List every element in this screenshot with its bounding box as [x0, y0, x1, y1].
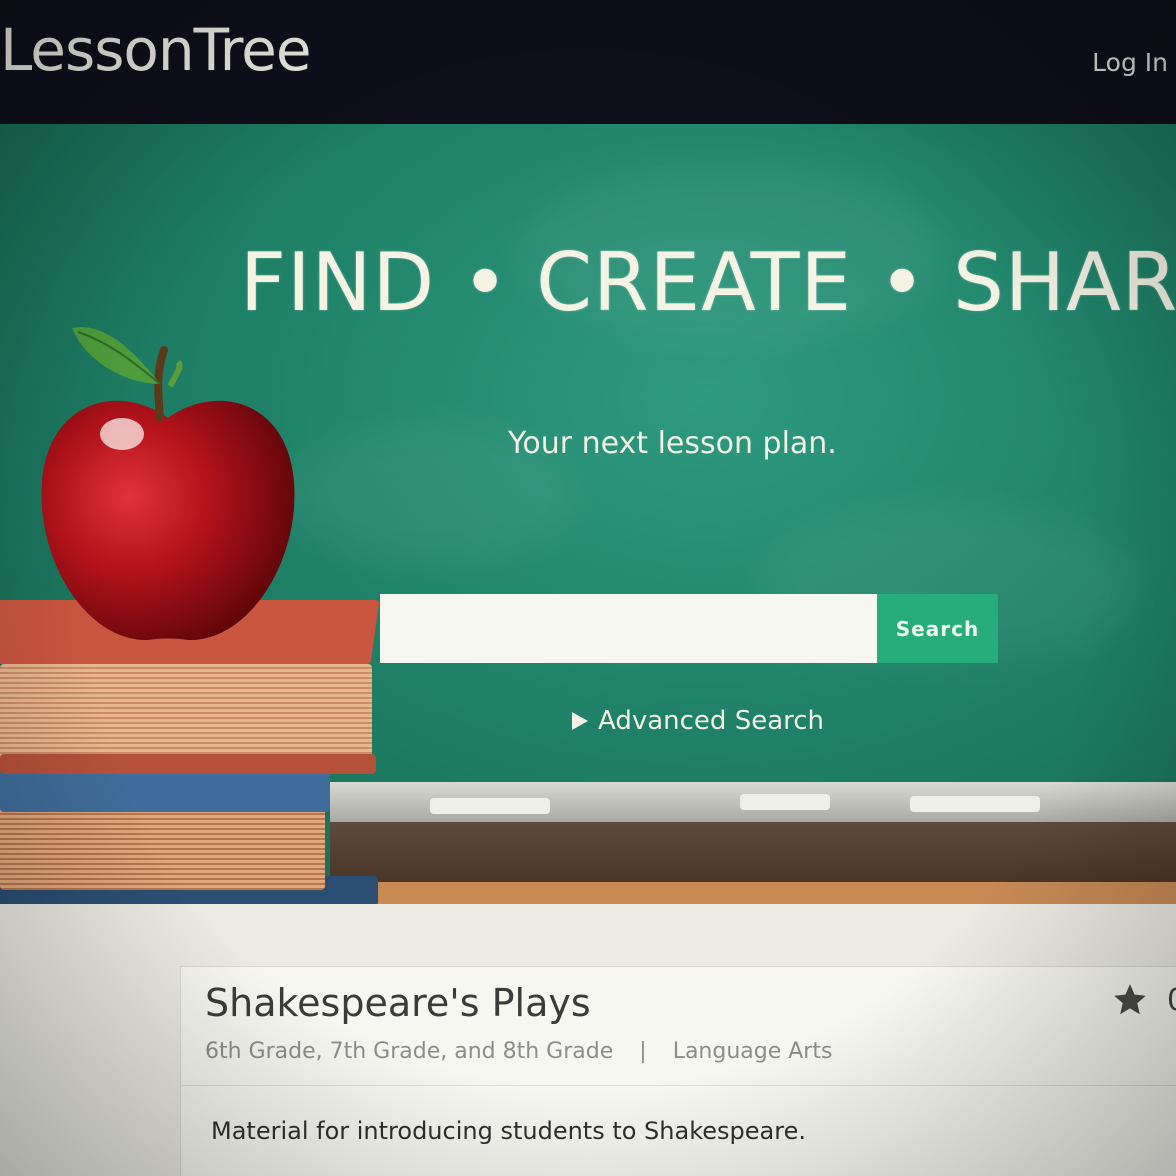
lesson-meta: 6th Grade, 7th Grade, and 8th Grade | Lang…	[205, 1039, 832, 1064]
search-input[interactable]	[380, 594, 877, 663]
hero-banner: FIND • CREATE • SHARE Your next lesson p…	[0, 124, 1176, 904]
results-area: Shakespeare's Plays 0 6th Grade, 7th Gra…	[0, 904, 1176, 1176]
lesson-description: Material for introducing students to Sha…	[211, 1117, 806, 1145]
apple-image	[41, 326, 295, 641]
divider	[181, 1085, 1176, 1086]
top-nav-bar: LessonTree Log In	[0, 0, 1176, 124]
wood-trim	[330, 882, 1176, 904]
advanced-search-toggle[interactable]: Advanced Search	[572, 706, 824, 736]
star-count: 0	[1167, 983, 1176, 1018]
lesson-title[interactable]: Shakespeare's Plays	[205, 981, 591, 1025]
advanced-search-label: Advanced Search	[598, 706, 825, 736]
book-pages	[0, 800, 325, 890]
meta-separator: |	[639, 1039, 647, 1064]
chalk-piece	[910, 796, 1040, 812]
triangle-right-icon	[572, 712, 588, 730]
site-logo[interactable]: LessonTree	[0, 16, 312, 84]
login-link[interactable]: Log In	[1092, 48, 1168, 77]
lesson-subject: Language Arts	[672, 1039, 833, 1064]
chalk-piece	[740, 794, 830, 810]
lesson-card[interactable]: Shakespeare's Plays 0 6th Grade, 7th Gra…	[180, 966, 1176, 1176]
star-icon[interactable]	[1111, 981, 1149, 1019]
hero-subtitle: Your next lesson plan.	[508, 426, 837, 461]
chalkboard-frame	[330, 822, 1176, 882]
chalk-piece	[430, 798, 550, 814]
book	[0, 754, 376, 774]
hero-title: FIND • CREATE • SHARE	[240, 236, 1176, 329]
lesson-grades: 6th Grade, 7th Grade, and 8th Grade	[205, 1039, 614, 1064]
search-button[interactable]: Search	[877, 594, 998, 663]
